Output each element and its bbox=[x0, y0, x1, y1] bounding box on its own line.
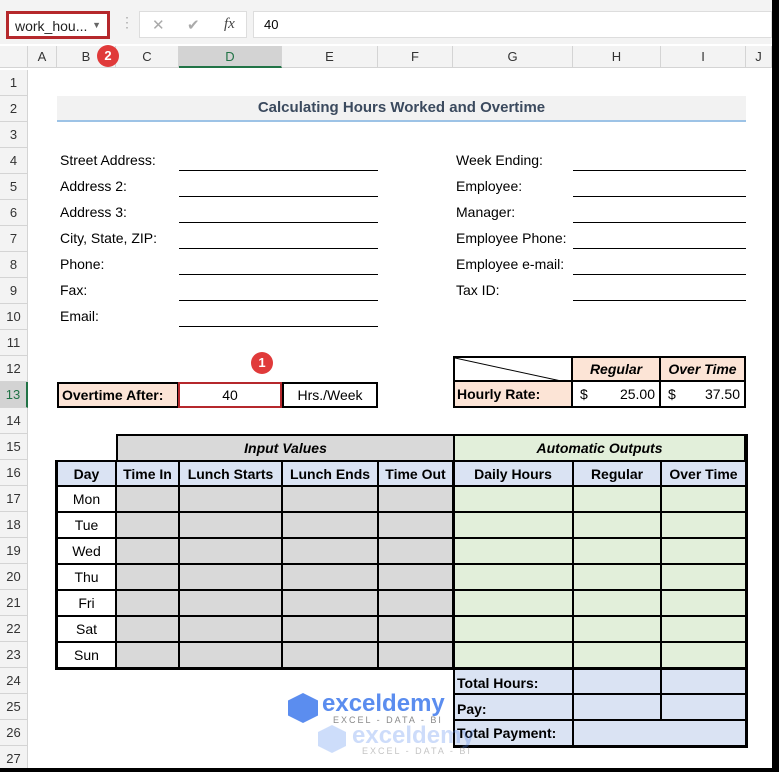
field-input-line[interactable] bbox=[179, 326, 378, 327]
overtime-unit: Hrs./Week bbox=[282, 382, 378, 408]
output-table-border bbox=[453, 434, 748, 670]
row-header-27[interactable]: 27 bbox=[0, 746, 28, 768]
field-label: Address 2: bbox=[60, 178, 127, 194]
column-header-I[interactable]: I bbox=[661, 46, 746, 68]
select-all-button[interactable] bbox=[0, 46, 28, 68]
row-header-7[interactable]: 7 bbox=[0, 226, 28, 252]
row-header-18[interactable]: 18 bbox=[0, 512, 28, 538]
column-header-F[interactable]: F bbox=[378, 46, 453, 68]
overtime-rate: 37.50 bbox=[704, 386, 740, 402]
field-label: Address 3: bbox=[60, 204, 127, 220]
field-label: City, State, ZIP: bbox=[60, 230, 157, 246]
field-input-line[interactable] bbox=[573, 248, 746, 249]
input-table-border bbox=[55, 460, 455, 670]
currency-symbol: $ bbox=[580, 386, 588, 402]
row-header-1[interactable]: 1 bbox=[0, 70, 28, 96]
column-header-J[interactable]: J bbox=[746, 46, 772, 68]
watermark-text: exceldemy bbox=[322, 690, 445, 717]
regular-header: Regular bbox=[571, 356, 661, 382]
overtime-label: Overtime After: bbox=[57, 382, 179, 408]
row-header-23[interactable]: 23 bbox=[0, 642, 28, 668]
input-values-header: Input Values bbox=[116, 434, 455, 462]
row-header-10[interactable]: 10 bbox=[0, 304, 28, 330]
field-label: Street Address: bbox=[60, 152, 156, 168]
column-header-D[interactable]: D bbox=[179, 46, 282, 68]
row-header-22[interactable]: 22 bbox=[0, 616, 28, 642]
row-header-9[interactable]: 9 bbox=[0, 278, 28, 304]
field-input-line[interactable] bbox=[573, 274, 746, 275]
row-header-17[interactable]: 17 bbox=[0, 486, 28, 512]
cancel-icon[interactable]: ✕ bbox=[152, 16, 165, 34]
formula-input[interactable]: 40 bbox=[253, 11, 772, 38]
row-header-2[interactable]: 2 bbox=[0, 96, 28, 122]
row-header-19[interactable]: 19 bbox=[0, 538, 28, 564]
row-header-20[interactable]: 20 bbox=[0, 564, 28, 590]
column-header-A[interactable]: A bbox=[28, 46, 57, 68]
chevron-down-icon[interactable]: ▼ bbox=[92, 20, 101, 30]
field-label: Employee e-mail: bbox=[456, 256, 565, 272]
row-header-12[interactable]: 12 bbox=[0, 356, 28, 382]
exceldemy-logo-icon bbox=[288, 693, 318, 723]
row-header-11[interactable]: 11 bbox=[0, 330, 28, 356]
regular-rate: 25.00 bbox=[619, 386, 655, 402]
column-header-G[interactable]: G bbox=[453, 46, 573, 68]
row-header-26[interactable]: 26 bbox=[0, 720, 28, 746]
watermark-tagline: EXCEL - DATA - BI bbox=[362, 746, 472, 756]
exceldemy-logo-icon bbox=[318, 725, 346, 753]
field-label: Fax: bbox=[60, 282, 88, 298]
row-header-21[interactable]: 21 bbox=[0, 590, 28, 616]
formula-buttons: ✕ ✔ fx bbox=[139, 11, 247, 38]
field-input-line[interactable] bbox=[179, 274, 378, 275]
field-input-line[interactable] bbox=[179, 300, 378, 301]
hourly-rate-label: Hourly Rate: bbox=[453, 380, 573, 408]
annotation-badge-1: 1 bbox=[251, 352, 273, 374]
field-input-line[interactable] bbox=[179, 248, 378, 249]
field-input-line[interactable] bbox=[573, 222, 746, 223]
field-input-line[interactable] bbox=[573, 170, 746, 171]
row-header-15[interactable]: 15 bbox=[0, 434, 28, 460]
column-header-E[interactable]: E bbox=[282, 46, 378, 68]
row-header-5[interactable]: 5 bbox=[0, 174, 28, 200]
column-header-H[interactable]: H bbox=[573, 46, 661, 68]
overtime-value-cell[interactable]: 40 bbox=[178, 382, 282, 408]
enter-icon[interactable]: ✔ bbox=[187, 16, 200, 34]
more-icon: ⋮ bbox=[120, 14, 134, 30]
row-header-6[interactable]: 6 bbox=[0, 200, 28, 226]
row-header-25[interactable]: 25 bbox=[0, 694, 28, 720]
row-header-3[interactable]: 3 bbox=[0, 122, 28, 148]
overtime-header: Over Time bbox=[659, 356, 746, 382]
name-box-value: work_hou... bbox=[15, 18, 88, 34]
diagonal-line bbox=[455, 358, 559, 380]
fx-icon[interactable]: fx bbox=[224, 16, 235, 33]
field-label: Tax ID: bbox=[456, 282, 500, 298]
currency-symbol: $ bbox=[668, 386, 676, 402]
excel-window: work_hou... ▼ ⋮ ✕ ✔ fx 40 ABCDEFGHIJ12345… bbox=[0, 0, 772, 768]
diagonal-header-cell bbox=[453, 356, 573, 382]
field-input-line[interactable] bbox=[573, 196, 746, 197]
sheet-title: Calculating Hours Worked and Overtime bbox=[57, 96, 746, 122]
row-header-4[interactable]: 4 bbox=[0, 148, 28, 174]
row-header-14[interactable]: 14 bbox=[0, 408, 28, 434]
row-header-13[interactable]: 13 bbox=[0, 382, 28, 408]
name-box[interactable]: work_hou... ▼ bbox=[6, 11, 110, 39]
field-label: Phone: bbox=[60, 256, 105, 272]
field-input-line[interactable] bbox=[179, 196, 378, 197]
row-header-16[interactable]: 16 bbox=[0, 460, 28, 486]
field-input-line[interactable] bbox=[573, 300, 746, 301]
field-input-line[interactable] bbox=[179, 222, 378, 223]
column-header-C[interactable]: C bbox=[116, 46, 179, 68]
annotation-badge-2: 2 bbox=[97, 45, 119, 67]
field-label: Week Ending: bbox=[456, 152, 543, 168]
row-header-24[interactable]: 24 bbox=[0, 668, 28, 694]
totals-border bbox=[453, 668, 748, 748]
row-header-8[interactable]: 8 bbox=[0, 252, 28, 278]
field-label: Manager: bbox=[456, 204, 516, 220]
field-label: Employee: bbox=[456, 178, 523, 194]
formula-bar: work_hou... ▼ ⋮ ✕ ✔ fx 40 bbox=[0, 0, 772, 44]
field-label: Employee Phone: bbox=[456, 230, 567, 246]
field-input-line[interactable] bbox=[179, 170, 378, 171]
field-label: Email: bbox=[60, 308, 99, 324]
